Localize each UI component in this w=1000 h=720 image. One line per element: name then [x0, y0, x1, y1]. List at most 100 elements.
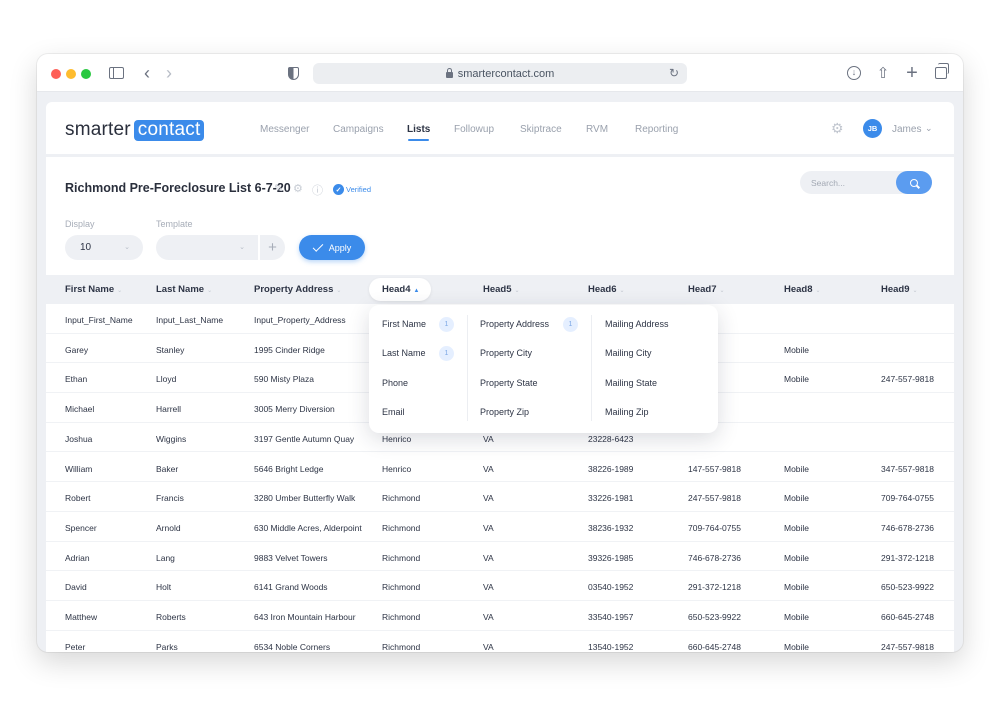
chevron-down-icon[interactable]: ⌄ — [925, 123, 933, 134]
download-icon[interactable]: ↓ — [846, 64, 862, 82]
new-tab-icon[interactable]: + — [904, 62, 920, 84]
sidebar-icon[interactable] — [107, 64, 125, 82]
display-value: 10 — [80, 242, 92, 253]
table-cell: 247-557-9818 — [881, 641, 934, 652]
table-cell: Parks — [156, 641, 178, 652]
table-row[interactable]: David Holt 6141 Grand Woods Richmond VA 03540… — [46, 571, 954, 601]
table-row[interactable]: Peter Parks 6534 Noble Corners Richmond VA 13… — [46, 631, 954, 652]
dropdown-option[interactable]: Phone — [382, 378, 408, 388]
table-header: First Name ⌄ Last Name ⌄ Property Address ⌄… — [46, 275, 954, 304]
column-header[interactable]: First Name ⌄ — [65, 284, 122, 295]
column-header-active[interactable]: Head4 ▲ — [369, 278, 432, 301]
table-cell: Input_Property_Address — [254, 315, 346, 325]
dropdown-option[interactable]: Property Zip — [480, 407, 529, 417]
table-row[interactable]: Adrian Lang 9883 Velvet Towers Richmond VA 39… — [46, 542, 954, 572]
nav-rvm[interactable]: RVM — [586, 124, 608, 135]
list-settings-gear-icon[interactable]: ⚙ — [293, 182, 303, 195]
table-cell: Mobile — [784, 522, 810, 533]
nav-followup[interactable]: Followup — [454, 124, 494, 135]
table-cell: Joshua — [65, 433, 93, 444]
table-cell: Michael — [65, 404, 95, 415]
table-cell: 3280 Umber Butterfly Walk — [254, 493, 356, 504]
table-cell: VA — [483, 493, 494, 504]
dropdown-option[interactable]: Last Name — [382, 348, 426, 358]
display-select[interactable]: 10 ⌄ — [65, 235, 143, 260]
table-cell: Mobile — [784, 552, 810, 563]
dropdown-option[interactable]: Email — [382, 407, 405, 417]
dropdown-option[interactable]: Property Address — [480, 319, 549, 329]
chevron-down-icon: ⌄ — [239, 244, 245, 251]
column-header[interactable]: Head8 ⌄ — [784, 284, 821, 295]
table-cell: Adrian — [65, 552, 90, 563]
nav-lists[interactable]: Lists — [407, 124, 430, 141]
column-header[interactable]: Last Name ⌄ — [156, 284, 212, 295]
nav-skiptrace[interactable]: Skiptrace — [520, 124, 562, 135]
column-header[interactable]: Head7 ⌄ — [688, 284, 725, 295]
nav-reporting[interactable]: Reporting — [635, 124, 678, 135]
nav-messenger[interactable]: Messenger — [260, 124, 309, 135]
table-cell: Baker — [156, 463, 179, 474]
forward-icon[interactable]: › — [162, 63, 176, 83]
apply-button[interactable]: Apply — [299, 235, 365, 260]
address-bar[interactable]: smartercontact.com ↻ — [313, 63, 687, 84]
table-cell: Henrico — [382, 433, 412, 444]
template-select[interactable]: ⌄ — [156, 235, 258, 260]
avatar[interactable]: JB — [863, 119, 882, 138]
table-cell: Matthew — [65, 612, 98, 622]
table-cell: VA — [483, 552, 494, 563]
table-cell: David — [65, 582, 87, 593]
logo[interactable]: smarter contact — [65, 119, 205, 141]
search-button[interactable] — [896, 171, 932, 194]
share-icon[interactable]: ⇧ — [875, 64, 891, 82]
column-header[interactable]: Head6 ⌄ — [588, 284, 625, 295]
browser-toolbar: ‹ › smartercontact.com ↻ ↓ ⇧ + — [37, 54, 963, 92]
user-name[interactable]: James — [892, 124, 921, 135]
dropdown-option[interactable]: Mailing Zip — [605, 407, 649, 417]
privacy-shield-icon[interactable] — [286, 64, 300, 82]
info-icon[interactable]: ⓘ — [312, 182, 323, 198]
column-header[interactable]: Head5 ⌄ — [483, 284, 520, 295]
browser-window: ‹ › smartercontact.com ↻ ↓ ⇧ + smarter c… — [37, 54, 963, 652]
table-row[interactable]: Robert Francis 3280 Umber Butterfly Walk Ri… — [46, 482, 954, 512]
table-cell: 6141 Grand Woods — [254, 582, 328, 593]
edit-pencil-icon[interactable]: ✎ — [274, 182, 283, 195]
dropdown-option[interactable]: Mailing Address — [605, 319, 669, 329]
tab-overview-icon[interactable] — [933, 63, 949, 82]
dropdown-option[interactable]: First Name — [382, 319, 426, 329]
table-cell: VA — [483, 522, 494, 533]
table-cell: 347-557-9818 — [881, 463, 934, 474]
back-icon[interactable]: ‹ — [140, 63, 154, 83]
dropdown-option[interactable]: Property City — [480, 348, 532, 358]
table-cell: Input_Last_Name — [156, 315, 224, 325]
verified-label: Verified — [346, 185, 372, 194]
table-cell: 38236-1932 — [588, 522, 634, 533]
table-cell: 3197 Gentle Autumn Quay — [254, 433, 355, 444]
table-cell: 590 Misty Plaza — [254, 374, 314, 385]
top-navigation: smarter contact Messenger Campaigns List… — [46, 102, 954, 157]
dropdown-option[interactable]: Mailing City — [605, 348, 652, 358]
nav-campaigns[interactable]: Campaigns — [333, 124, 384, 135]
search-input[interactable] — [800, 171, 900, 194]
column-header[interactable]: Property Address ⌄ — [254, 284, 341, 295]
dropdown-option[interactable]: Mailing State — [605, 378, 657, 388]
table-row[interactable]: Spencer Arnold 630 Middle Acres, Alderpoin… — [46, 512, 954, 542]
table-row[interactable]: William Baker 5646 Bright Ledge Henrico VA 38… — [46, 453, 954, 483]
add-template-button[interactable]: + — [258, 235, 285, 260]
table-cell: 291-372-1218 — [688, 582, 741, 593]
column-header[interactable]: Head9 ⌄ — [881, 284, 918, 295]
template-label: Template — [156, 219, 193, 229]
minimize-window-button[interactable] — [66, 69, 76, 79]
close-window-button[interactable] — [51, 69, 61, 79]
table-cell: Richmond — [382, 582, 421, 593]
table-cell: 1995 Cinder Ridge — [254, 344, 325, 355]
chevron-down-icon: ⌄ — [124, 244, 130, 251]
table-cell: Spencer — [65, 522, 97, 533]
settings-gear-icon[interactable]: ⚙ — [831, 120, 844, 137]
table-cell: Holt — [156, 582, 172, 593]
table-row[interactable]: Matthew Roberts 643 Iron Mountain Harbour R… — [46, 601, 954, 631]
reload-icon[interactable]: ↻ — [669, 66, 679, 80]
table-cell: VA — [483, 612, 494, 622]
maximize-window-button[interactable] — [81, 69, 91, 79]
table-cell: Richmond — [382, 522, 421, 533]
dropdown-option[interactable]: Property State — [480, 378, 538, 388]
